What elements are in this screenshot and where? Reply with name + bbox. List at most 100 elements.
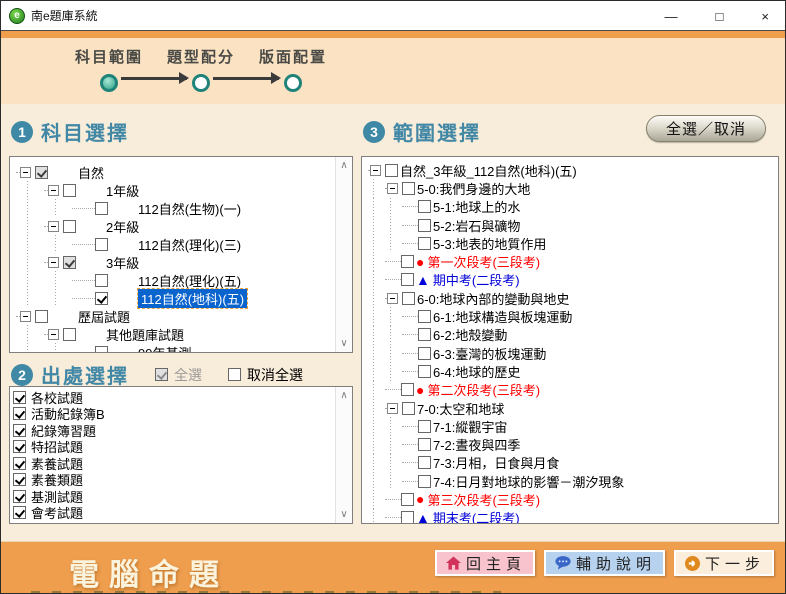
tree-checkbox[interactable] — [95, 346, 108, 353]
tree-collapse-icon[interactable] — [370, 165, 381, 176]
tree-checkbox[interactable] — [63, 328, 76, 341]
tree-label[interactable]: 6-0:地球內部的變動與地史 — [417, 289, 569, 308]
tree-label[interactable]: 112自然(理化)(三) — [138, 235, 241, 254]
tree-label[interactable]: 112自然(生物)(一) — [138, 199, 241, 218]
help-button[interactable]: 輔助說明 — [544, 550, 665, 576]
tree-label[interactable]: 6-4:地球的歷史 — [433, 362, 520, 381]
tree-label[interactable]: 第二次段考(三段考) — [427, 380, 540, 399]
tree-checkbox[interactable] — [418, 365, 431, 378]
tree-checkbox[interactable] — [402, 292, 415, 305]
tree-label[interactable]: 1年級 — [106, 181, 139, 200]
tree-row: 自然 — [16, 163, 335, 181]
tree-checkbox[interactable] — [418, 328, 431, 341]
list-checkbox[interactable] — [13, 407, 26, 420]
tree-guide-line — [368, 472, 385, 490]
tree-label[interactable]: 112自然(理化)(五) — [138, 271, 241, 290]
tree-checkbox[interactable] — [418, 310, 431, 323]
scroll-down-icon[interactable]: ∨ — [340, 509, 347, 520]
tree-checkbox[interactable] — [418, 219, 431, 232]
tree-collapse-icon[interactable] — [20, 311, 31, 322]
tree-checkbox[interactable] — [418, 420, 431, 433]
tree-label[interactable]: 3年級 — [106, 253, 139, 272]
tree-checkbox[interactable] — [63, 256, 76, 269]
tree-collapse-icon[interactable] — [48, 329, 59, 340]
maximize-button[interactable]: □ — [716, 10, 724, 23]
scroll-up-icon[interactable]: ∧ — [340, 390, 347, 401]
tree-checkbox[interactable] — [401, 255, 414, 268]
tree-checkbox[interactable] — [35, 166, 48, 179]
select-all-checkbox[interactable] — [155, 368, 168, 381]
tree-label[interactable]: 7-4:日月對地球的影響－潮汐現象 — [433, 472, 624, 491]
deselect-all-checkbox[interactable] — [228, 368, 241, 381]
tree-label[interactable]: 7-3:月相，日食與月食 — [433, 453, 559, 472]
tree-label[interactable]: 7-1:縱觀宇宙 — [433, 417, 507, 436]
tree-label[interactable]: 6-2:地殼變動 — [433, 325, 507, 344]
tree-collapse-icon[interactable] — [48, 257, 59, 268]
tree-checkbox[interactable] — [418, 475, 431, 488]
home-button[interactable]: 回主頁 — [435, 550, 535, 576]
tree-label[interactable]: 5-0:我們身邊的大地 — [417, 179, 530, 198]
minimize-button[interactable]: — — [665, 10, 678, 23]
tree-label[interactable]: 6-3:臺灣的板塊運動 — [433, 344, 546, 363]
tree-label[interactable]: 6-1:地球構造與板塊運動 — [433, 307, 572, 326]
select-all-option[interactable]: 全選 — [155, 365, 202, 385]
tree-checkbox[interactable] — [95, 274, 108, 287]
list-label[interactable]: 會考試題 — [31, 503, 83, 522]
scroll-down-icon[interactable]: ∨ — [340, 338, 347, 349]
tree-checkbox[interactable] — [95, 292, 108, 305]
tree-checkbox[interactable] — [418, 456, 431, 469]
scrollbar[interactable]: ∧ ∨ — [335, 387, 352, 523]
select-toggle-button[interactable]: 全選／取消 — [646, 115, 766, 142]
tree-collapse-icon[interactable] — [387, 293, 398, 304]
tree-checkbox[interactable] — [385, 164, 398, 177]
tree-collapse-icon[interactable] — [48, 221, 59, 232]
tree-checkbox[interactable] — [401, 493, 414, 506]
tree-collapse-icon[interactable] — [387, 403, 398, 414]
tree-checkbox[interactable] — [402, 182, 415, 195]
tree-label[interactable]: 112自然(地科)(五) — [138, 289, 247, 308]
list-checkbox[interactable] — [13, 506, 26, 519]
tree-label[interactable]: 5-1:地球上的水 — [433, 197, 520, 216]
tree-checkbox[interactable] — [418, 438, 431, 451]
tree-checkbox[interactable] — [418, 347, 431, 360]
tree-checkbox[interactable] — [418, 200, 431, 213]
tree-checkbox[interactable] — [401, 383, 414, 396]
tree-label[interactable]: 自然_3年級_112自然(地科)(五) — [400, 161, 577, 180]
tree-checkbox[interactable] — [95, 202, 108, 215]
tree-collapse-icon[interactable] — [48, 185, 59, 196]
deselect-all-option[interactable]: 取消全選 — [228, 365, 303, 385]
tree-label[interactable]: 自然 — [78, 163, 104, 182]
list-checkbox[interactable] — [13, 391, 26, 404]
tree-label[interactable]: 第一次段考(三段考) — [427, 252, 540, 271]
tree-label[interactable]: 期中考(二段考) — [433, 270, 520, 289]
tree-checkbox[interactable] — [401, 511, 414, 523]
tree-collapse-icon[interactable] — [387, 183, 398, 194]
tree-checkbox[interactable] — [418, 237, 431, 250]
tree-label[interactable]: 7-2:晝夜與四季 — [433, 435, 520, 454]
list-checkbox[interactable] — [13, 424, 26, 437]
tree-checkbox[interactable] — [63, 184, 76, 197]
list-checkbox[interactable] — [13, 490, 26, 503]
tree-label[interactable]: 2年級 — [106, 217, 139, 236]
tree-label[interactable]: 期末考(二段考) — [433, 508, 520, 523]
tree-checkbox[interactable] — [35, 310, 48, 323]
list-checkbox[interactable] — [13, 440, 26, 453]
tree-label[interactable]: 歷屆試題 — [78, 307, 130, 326]
tree-label[interactable]: 99年基測 — [138, 343, 191, 353]
tree-checkbox[interactable] — [63, 220, 76, 233]
list-checkbox[interactable] — [13, 473, 26, 486]
tree-label[interactable]: 第三次段考(三段考) — [427, 490, 540, 509]
tree-checkbox[interactable] — [401, 273, 414, 286]
tree-label[interactable]: 5-3:地表的地質作用 — [433, 234, 546, 253]
list-checkbox[interactable] — [13, 457, 26, 470]
close-button[interactable]: × — [761, 10, 769, 23]
tree-collapse-icon[interactable] — [20, 167, 31, 178]
tree-label[interactable]: 其他題庫試題 — [106, 325, 184, 344]
scrollbar[interactable]: ∧ ∨ — [335, 157, 352, 352]
tree-label[interactable]: 7-0:太空和地球 — [417, 399, 504, 418]
scroll-up-icon[interactable]: ∧ — [340, 160, 347, 171]
tree-label[interactable]: 5-2:岩石與礦物 — [433, 216, 520, 235]
next-step-button[interactable]: 下一步 — [674, 550, 774, 576]
tree-checkbox[interactable] — [402, 402, 415, 415]
tree-checkbox[interactable] — [95, 238, 108, 251]
